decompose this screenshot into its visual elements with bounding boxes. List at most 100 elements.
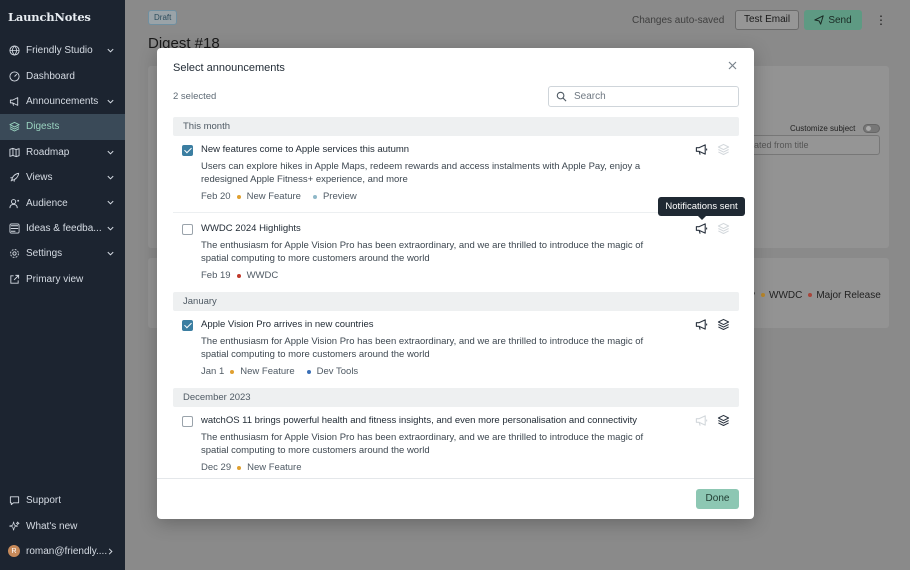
send-icon <box>814 15 824 25</box>
sidebar-item-dashboard[interactable]: Dashboard <box>0 63 125 88</box>
announcement-meta: Dec 29 New Feature <box>201 461 739 475</box>
sidebar: LaunchNotes Friendly Studio Dashboard Anno… <box>0 0 125 570</box>
tag: New Feature <box>236 190 307 204</box>
announcement-date: Dec 29 <box>201 462 232 473</box>
sidebar-item-label: Friendly Studio <box>26 45 93 57</box>
announcement-list[interactable]: This month New features come to Apple ser… <box>173 117 739 478</box>
megaphone-icon[interactable] <box>695 222 709 236</box>
tag: Major Release <box>808 290 881 301</box>
subject-field[interactable]: ated from title <box>745 135 880 155</box>
dashboard-icon <box>8 70 20 82</box>
section-header: January <box>173 292 739 311</box>
sidebar-item-audience[interactable]: Audience <box>0 190 125 215</box>
section-header: December 2023 <box>173 388 739 407</box>
done-button[interactable]: Done <box>696 489 739 509</box>
chevron-down-icon[interactable] <box>106 224 115 233</box>
test-email-button[interactable]: Test Email <box>735 10 800 30</box>
megaphone-icon[interactable] <box>695 143 709 157</box>
customize-subject-toggle[interactable] <box>863 124 880 133</box>
send-button[interactable]: Send <box>804 10 862 30</box>
tag-label: Major Release <box>816 290 881 301</box>
brand-logo[interactable]: LaunchNotes <box>8 10 91 24</box>
announcement-meta: Jan 1 New Feature Dev Tools <box>201 365 739 379</box>
tag-label: New Feature <box>246 191 301 202</box>
announcement-checkbox[interactable] <box>182 224 193 235</box>
sidebar-item-digests[interactable]: Digests <box>0 114 125 140</box>
search-icon <box>556 91 567 102</box>
chevron-down-icon[interactable] <box>106 198 115 207</box>
sidebar-item-label: Dashboard <box>26 70 75 82</box>
chat-icon <box>8 495 20 507</box>
customize-subject-label: Customize subject <box>790 124 856 133</box>
chevron-down-icon[interactable] <box>106 249 115 258</box>
announcement-checkbox[interactable] <box>182 145 193 156</box>
sidebar-nav: Friendly Studio Dashboard Announcements Dig… <box>0 38 125 292</box>
announcement-checkbox[interactable] <box>182 416 193 427</box>
sidebar-bottom-roman-friendly[interactable]: Rroman@friendly.... <box>0 539 125 564</box>
announcement-checkbox[interactable] <box>182 320 193 331</box>
chevron-down-icon[interactable] <box>106 148 115 157</box>
sidebar-item-label: Roadmap <box>26 146 70 158</box>
announcement-description: Users can explore hikes in Apple Maps, r… <box>201 161 641 185</box>
modal-title: Select announcements <box>173 62 285 74</box>
divider <box>173 212 739 213</box>
tag-label: WWDC <box>246 270 279 281</box>
announcement-title: New features come to Apple services this… <box>201 144 410 155</box>
tag-dot <box>236 274 241 278</box>
sidebar-item-roadmap[interactable]: Roadmap <box>0 140 125 165</box>
announcement-item[interactable]: watchOS 11 brings powerful health and fi… <box>173 413 739 475</box>
tag: New Feature <box>237 461 307 475</box>
search-input[interactable] <box>574 91 724 102</box>
chevron-down-icon[interactable] <box>106 97 115 106</box>
globe-icon <box>8 45 20 57</box>
sidebar-item-label: Settings <box>26 248 63 260</box>
sidebar-item-settings[interactable]: Settings <box>0 241 125 266</box>
chevron-right-icon[interactable] <box>106 547 115 556</box>
gear-icon <box>8 248 20 260</box>
tag-dot <box>761 293 765 298</box>
layers-icon[interactable] <box>717 143 731 157</box>
sidebar-item-primary-view[interactable]: Primary view <box>0 267 125 292</box>
sidebar-bottom-support[interactable]: Support <box>0 488 125 513</box>
announcement-meta: Feb 19 WWDC <box>201 269 739 283</box>
announcement-title: watchOS 11 brings powerful health and fi… <box>201 415 638 426</box>
announcement-item[interactable]: New features come to Apple services this… <box>173 142 739 204</box>
sidebar-bottom-what-s-new[interactable]: What's new <box>0 513 125 538</box>
sidebar-item-announcements[interactable]: Announcements <box>0 89 125 114</box>
megaphone-icon[interactable] <box>695 414 709 428</box>
tag-dot <box>306 370 311 374</box>
tag-dot <box>237 466 242 470</box>
layers-icon[interactable] <box>717 318 731 332</box>
chevron-down-icon[interactable] <box>106 173 115 182</box>
notifications-tooltip: Notifications sent <box>658 197 745 220</box>
close-icon[interactable] <box>727 60 739 72</box>
announcement-date: Jan 1 <box>201 366 225 377</box>
tag-label: New Feature <box>247 462 302 473</box>
avatar: R <box>8 545 20 558</box>
rocket-icon <box>8 172 20 184</box>
announcement-title: WWDC 2024 Highlights <box>201 223 301 234</box>
sidebar-item-label: Views <box>26 172 53 184</box>
select-announcements-modal: Select announcements 2 selected This mon… <box>157 48 754 519</box>
autosave-status: Changes auto-saved <box>632 15 725 26</box>
sidebar-item-views[interactable]: Views <box>0 165 125 190</box>
sidebar-item-label: Primary view <box>26 273 84 285</box>
ideas-icon <box>8 222 20 234</box>
announcement-item[interactable]: WWDC 2024 Highlights The enthusiasm for A… <box>173 221 739 283</box>
layers-icon[interactable] <box>717 222 731 236</box>
tag: Dev Tools <box>306 365 365 379</box>
chevron-down-icon[interactable] <box>106 46 115 55</box>
map-icon <box>8 146 20 158</box>
more-options-icon[interactable]: ⋮ <box>875 12 887 28</box>
announcement-item[interactable]: Apple Vision Pro arrives in new countrie… <box>173 317 739 379</box>
layers-icon[interactable] <box>717 414 731 428</box>
megaphone-icon[interactable] <box>695 318 709 332</box>
preview-tags: vWWDCMajor Release <box>750 290 881 301</box>
sidebar-item-label: roman@friendly.... <box>26 545 108 557</box>
search-box[interactable] <box>548 86 739 107</box>
draft-badge: Draft <box>148 10 178 25</box>
tag-label: Dev Tools <box>316 366 359 377</box>
sidebar-item-friendly-studio[interactable]: Friendly Studio <box>0 38 125 63</box>
sidebar-item-ideas-feedba[interactable]: Ideas & feedba... <box>0 216 125 241</box>
tag: WWDC <box>236 269 285 283</box>
